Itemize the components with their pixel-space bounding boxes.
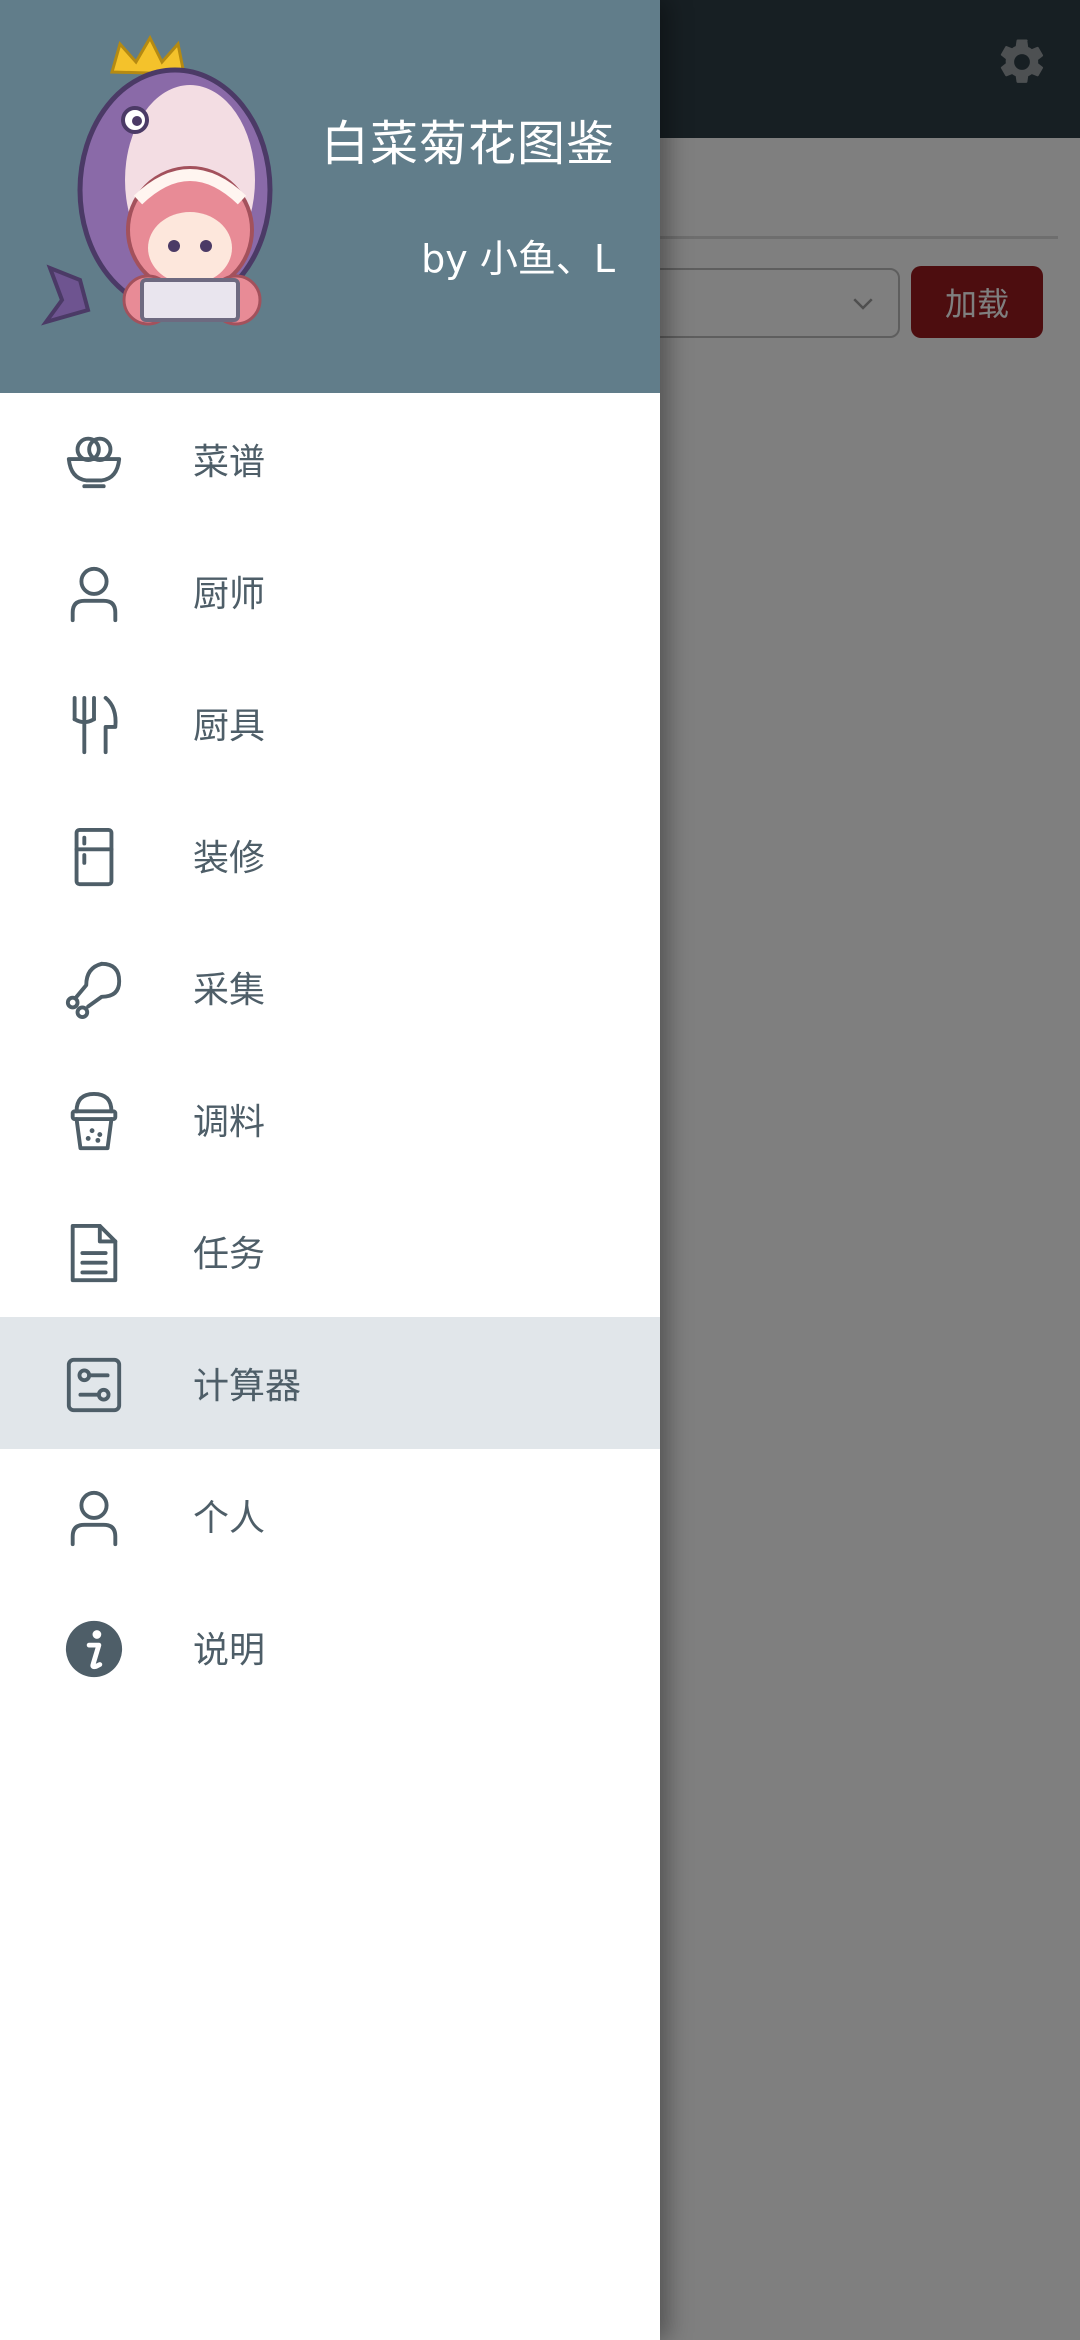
menu-item-tasks[interactable]: 任务 [0, 1185, 660, 1317]
navigation-drawer: 白菜菊花图鉴 by 小鱼、L 菜谱 厨师 厨具 装修 采集 调料 任务 计算器 … [0, 0, 660, 2340]
app-author: by 小鱼、L [421, 237, 615, 281]
menu-item-label: 装修 [193, 838, 266, 879]
drawer-header: 白菜菊花图鉴 by 小鱼、L [0, 0, 660, 393]
menu-item-recipes[interactable]: 菜谱 [0, 393, 660, 525]
info-icon [65, 1620, 123, 1678]
menu-item-label: 厨具 [193, 706, 266, 747]
menu-item-label: 菜谱 [193, 442, 266, 483]
menu-item-label: 任务 [193, 1234, 266, 1275]
app-title: 白菜菊花图鉴 [320, 116, 615, 172]
document-icon [70, 1223, 118, 1283]
menu-item-personal[interactable]: 个人 [0, 1449, 660, 1581]
menu-item-decoration[interactable]: 装修 [0, 789, 660, 921]
menu-item-chefs[interactable]: 厨师 [0, 525, 660, 657]
menu-item-label: 采集 [193, 970, 266, 1011]
calculator-icon [66, 1357, 122, 1413]
menu-item-gathering[interactable]: 采集 [0, 921, 660, 1053]
menu-item-label: 调料 [193, 1102, 266, 1143]
menu-item-label: 说明 [193, 1630, 266, 1671]
menu-item-utensils[interactable]: 厨具 [0, 657, 660, 789]
person-icon [70, 566, 118, 623]
menu-item-label: 厨师 [193, 574, 266, 615]
person-icon [70, 1490, 118, 1547]
drumstick-icon [65, 961, 122, 1020]
menu-item-seasoning[interactable]: 调料 [0, 1053, 660, 1185]
menu-item-label: 计算器 [193, 1366, 302, 1407]
drawer-menu: 菜谱 厨师 厨具 装修 采集 调料 任务 计算器 个人 说明 [0, 393, 660, 1713]
bowl-icon [66, 436, 122, 489]
mascot-avatar-icon [40, 34, 273, 326]
fridge-icon [74, 827, 114, 887]
seasoning-cup-icon [70, 1091, 118, 1151]
menu-item-calculator[interactable]: 计算器 [0, 1317, 660, 1449]
menu-item-label: 个人 [193, 1498, 266, 1539]
fork-knife-icon [72, 695, 118, 755]
menu-item-about[interactable]: 说明 [0, 1581, 660, 1713]
